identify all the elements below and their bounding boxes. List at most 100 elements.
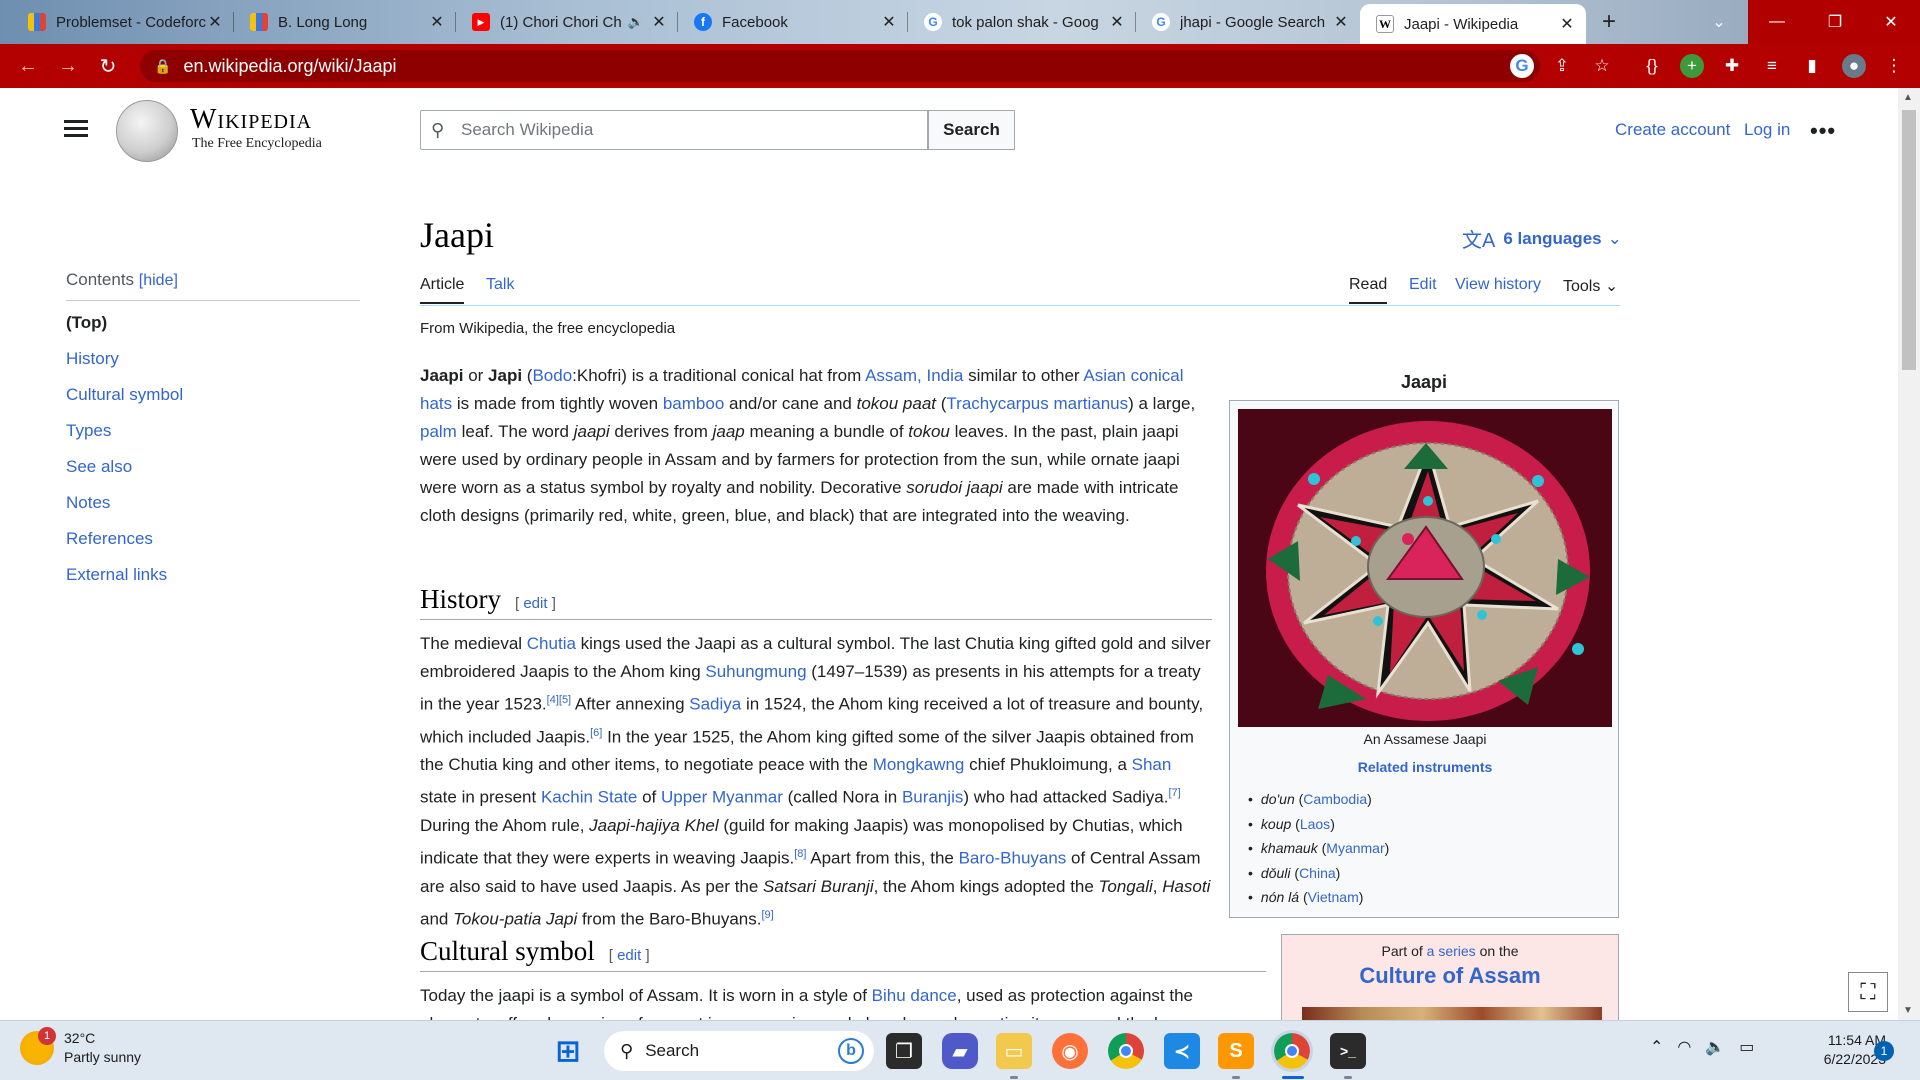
tab-edit[interactable]: Edit (1409, 276, 1437, 294)
close-tab-icon[interactable]: ✕ (880, 12, 898, 32)
url-text[interactable]: en.wikipedia.org/wiki/Jaapi (183, 56, 396, 77)
toc-item-references[interactable]: References (66, 525, 360, 561)
country-link[interactable]: China (1299, 865, 1336, 881)
log-in-link[interactable]: Log in (1744, 120, 1790, 140)
tab-read[interactable]: Read (1349, 276, 1388, 304)
tools-menu[interactable]: Tools ⌄ (1563, 276, 1618, 296)
link[interactable]: Baro-Bhuyans (959, 849, 1067, 868)
browser-tab[interactable]: G tok palon shak - Goog ✕ (908, 4, 1136, 40)
more-options-icon[interactable]: ••• (1810, 118, 1836, 144)
address-bar[interactable]: 🔒 en.wikipedia.org/wiki/Jaapi (140, 50, 1540, 82)
side-panel-icon[interactable]: ▮ (1800, 54, 1824, 78)
fullscreen-toggle-icon[interactable]: ⛶ (1848, 972, 1888, 1012)
close-tab-icon[interactable]: ✕ (1108, 12, 1126, 32)
taskbar-search[interactable]: ⚲ Search b (604, 1031, 874, 1071)
edit-section-link[interactable]: edit (523, 595, 547, 612)
terminal-icon[interactable]: >_ (1330, 1033, 1366, 1069)
link[interactable]: Buranjis (902, 788, 963, 807)
json-extension-icon[interactable]: {} (1640, 54, 1664, 78)
link[interactable]: Trachycarpus martianus (946, 394, 1128, 413)
browser-tab[interactable]: G jhapi - Google Search ✕ (1136, 4, 1360, 40)
minimize-button[interactable]: — (1748, 0, 1806, 44)
search-input[interactable] (461, 120, 901, 140)
scrollbar-thumb[interactable] (1902, 110, 1916, 370)
country-link[interactable]: Cambodia (1303, 791, 1367, 807)
search-field[interactable]: ⚲ (420, 110, 928, 150)
audio-playing-icon[interactable]: 🔊 (628, 14, 644, 30)
forward-button[interactable]: → (48, 46, 88, 86)
new-tab-button[interactable]: + (1594, 8, 1624, 38)
wikipedia-globe-logo[interactable] (116, 100, 178, 162)
toc-item-cultural-symbol[interactable]: Cultural symbol (66, 381, 360, 417)
related-instruments-heading[interactable]: Related instruments (1230, 759, 1620, 775)
chevron-up-icon[interactable]: ⌃ (1650, 1037, 1663, 1057)
toc-hide-link[interactable]: [hide] (139, 272, 178, 289)
link[interactable]: Sadiya (689, 695, 741, 714)
link[interactable]: Assam, India (865, 366, 963, 385)
lock-icon[interactable]: 🔒 (154, 58, 171, 75)
browser-tab[interactable]: ▶ (1) Chori Chori Ch 🔊 ✕ (456, 4, 678, 40)
link[interactable]: palm (420, 422, 457, 441)
weather-widget[interactable]: 1 32°C Partly sunny (20, 1027, 141, 1067)
google-lens-icon[interactable]: G (1510, 54, 1534, 78)
chrome-icon[interactable] (1108, 1033, 1144, 1069)
language-selector[interactable]: 文A 6 languages ⌄ (1462, 224, 1622, 253)
share-icon[interactable]: ⇪ (1550, 54, 1574, 78)
back-button[interactable]: ← (8, 46, 48, 86)
country-link[interactable]: Vietnam (1308, 889, 1359, 905)
link[interactable]: Kachin State (541, 788, 637, 807)
link[interactable]: Bodo (532, 366, 572, 385)
browser-tab[interactable]: B. Long Long ✕ (234, 4, 456, 40)
browser-tab-active[interactable]: W Jaapi - Wikipedia ✕ (1360, 4, 1586, 44)
jaapi-image[interactable] (1238, 409, 1612, 727)
page-scrollbar[interactable]: ▲ ▼ (1898, 88, 1920, 1020)
link[interactable]: Shan (1132, 755, 1172, 774)
sublime-text-icon[interactable]: S (1218, 1033, 1254, 1069)
close-tab-icon[interactable]: ✕ (650, 12, 668, 32)
teams-chat-icon[interactable]: ▰ (942, 1033, 978, 1069)
toc-item-types[interactable]: Types (66, 417, 360, 453)
tab-talk[interactable]: Talk (486, 276, 514, 294)
tab-article[interactable]: Article (420, 276, 465, 304)
bookmark-star-icon[interactable]: ☆ (1590, 54, 1614, 78)
toc-item-external-links[interactable]: External links (66, 561, 360, 597)
reload-button[interactable]: ↻ (88, 46, 128, 86)
wikipedia-wordmark[interactable]: Wikipedia (190, 104, 312, 136)
country-link[interactable]: Myanmar (1326, 840, 1384, 856)
browser-tab[interactable]: Problemset - Codeforces ✕ (12, 4, 234, 40)
chrome-active-icon[interactable] (1271, 1030, 1313, 1072)
firefox-icon[interactable]: ◉ (1052, 1033, 1088, 1069)
toc-item-history[interactable]: History (66, 345, 360, 381)
close-window-button[interactable]: ✕ (1862, 0, 1920, 44)
restore-button[interactable]: ❐ (1806, 0, 1864, 44)
link[interactable]: Chutia (527, 634, 576, 653)
profile-avatar[interactable]: ● (1842, 54, 1866, 78)
notification-badge[interactable]: 1 (1874, 1041, 1894, 1061)
task-view-icon[interactable]: ❐ (886, 1033, 922, 1069)
windows-start-icon[interactable]: ⊞ (550, 1033, 586, 1069)
create-account-link[interactable]: Create account (1615, 120, 1730, 140)
link[interactable]: bamboo (663, 394, 724, 413)
extension-plus-icon[interactable]: + (1680, 54, 1704, 78)
close-tab-icon[interactable]: ✕ (1332, 12, 1350, 32)
search-button[interactable]: Search (928, 110, 1015, 150)
link[interactable]: Upper Myanmar (661, 788, 783, 807)
link[interactable]: Mongkawng (873, 755, 965, 774)
file-explorer-icon[interactable]: ▭ (996, 1033, 1032, 1069)
edit-section-link[interactable]: edit (617, 947, 641, 964)
volume-icon[interactable]: 🔈 (1705, 1037, 1725, 1057)
media-control-icon[interactable]: ≡ (1760, 54, 1784, 78)
link[interactable]: Bihu dance (872, 986, 957, 1005)
vscode-icon[interactable]: ≺ (1164, 1033, 1200, 1069)
main-menu-icon[interactable] (64, 120, 88, 138)
toc-item-notes[interactable]: Notes (66, 489, 360, 525)
wifi-icon[interactable]: ◠ (1677, 1037, 1691, 1057)
battery-icon[interactable]: ▭ (1739, 1037, 1754, 1057)
scroll-down-arrow-icon[interactable]: ▼ (1903, 1005, 1913, 1016)
close-tab-icon[interactable]: ✕ (428, 12, 446, 32)
tab-search-icon[interactable]: ⌄ (1690, 0, 1748, 44)
scroll-up-arrow-icon[interactable]: ▲ (1903, 92, 1913, 103)
close-tab-icon[interactable]: ✕ (1558, 14, 1576, 34)
link[interactable]: Suhungmung (705, 662, 806, 681)
extensions-puzzle-icon[interactable]: ✚ (1720, 54, 1744, 78)
